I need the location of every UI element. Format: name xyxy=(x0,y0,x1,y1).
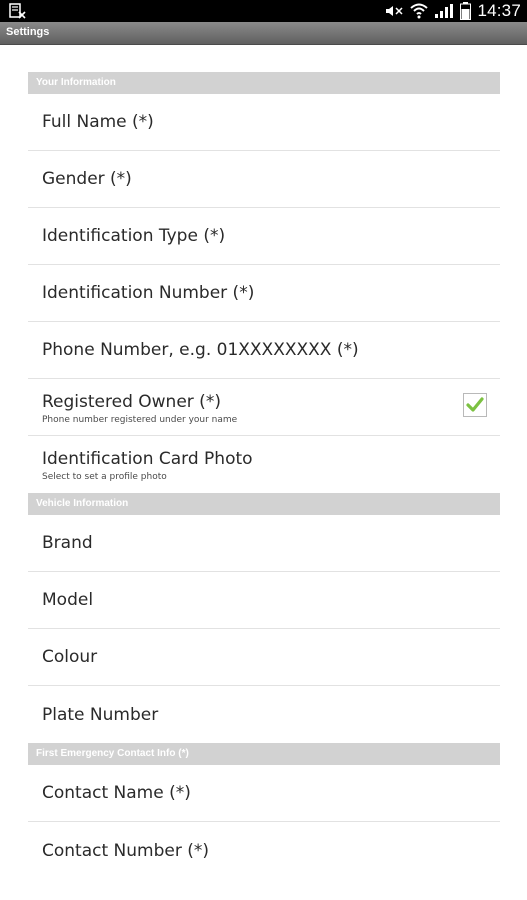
pref-title: Identification Number (*) xyxy=(42,283,255,303)
pref-contact-name[interactable]: Contact Name (*) xyxy=(28,765,500,822)
pref-summary: Phone number registered under your name xyxy=(42,415,238,425)
wifi-icon xyxy=(410,3,429,19)
pref-title: Contact Name (*) xyxy=(42,783,191,803)
pref-plate-number[interactable]: Plate Number xyxy=(28,686,500,743)
pref-title: Identification Type (*) xyxy=(42,226,226,246)
screen-title: Settings xyxy=(6,26,50,38)
pref-title: Phone Number, e.g. 01XXXXXXXX (*) xyxy=(42,340,359,360)
checkmark-icon xyxy=(466,397,484,412)
pref-title: Model xyxy=(42,590,94,610)
pref-title: Plate Number xyxy=(42,704,159,725)
pref-colour[interactable]: Colour xyxy=(28,629,500,686)
pref-brand[interactable]: Brand xyxy=(28,515,500,572)
notification-icon xyxy=(8,3,28,19)
title-bar: Settings xyxy=(0,22,527,45)
pref-title: Registered Owner (*) xyxy=(42,392,221,412)
pref-full-name[interactable]: Full Name (*) xyxy=(28,94,500,151)
mute-icon xyxy=(386,6,403,16)
section-header-emergency-contact: First Emergency Contact Info (*) xyxy=(28,743,500,765)
signal-icon xyxy=(435,4,454,18)
pref-identification-card-photo[interactable]: Identification Card Photo Select to set … xyxy=(28,436,500,493)
pref-title: Gender (*) xyxy=(42,169,132,189)
registered-owner-checkbox[interactable] xyxy=(463,393,487,417)
pref-summary: Select to set a profile photo xyxy=(42,472,167,482)
status-bar: 14:37 xyxy=(0,0,527,22)
pref-model[interactable]: Model xyxy=(28,572,500,629)
pref-title: Contact Number (*) xyxy=(42,840,210,861)
battery-icon xyxy=(460,2,472,20)
section-header-your-information: Your Information xyxy=(28,72,500,94)
pref-title: Brand xyxy=(42,533,93,553)
section-header-vehicle-information: Vehicle Information xyxy=(28,493,500,515)
settings-list: Your Information Full Name (*) Gender (*… xyxy=(28,72,500,879)
clock: 14:37 xyxy=(477,1,521,20)
pref-gender[interactable]: Gender (*) xyxy=(28,151,500,208)
pref-title: Identification Card Photo xyxy=(42,449,253,469)
pref-identification-type[interactable]: Identification Type (*) xyxy=(28,208,500,265)
pref-identification-number[interactable]: Identification Number (*) xyxy=(28,265,500,322)
pref-title: Colour xyxy=(42,647,98,667)
pref-title: Full Name (*) xyxy=(42,112,154,132)
pref-phone-number[interactable]: Phone Number, e.g. 01XXXXXXXX (*) xyxy=(28,322,500,379)
pref-registered-owner[interactable]: Registered Owner (*) Phone number regist… xyxy=(28,379,500,436)
pref-contact-number[interactable]: Contact Number (*) xyxy=(28,822,500,879)
